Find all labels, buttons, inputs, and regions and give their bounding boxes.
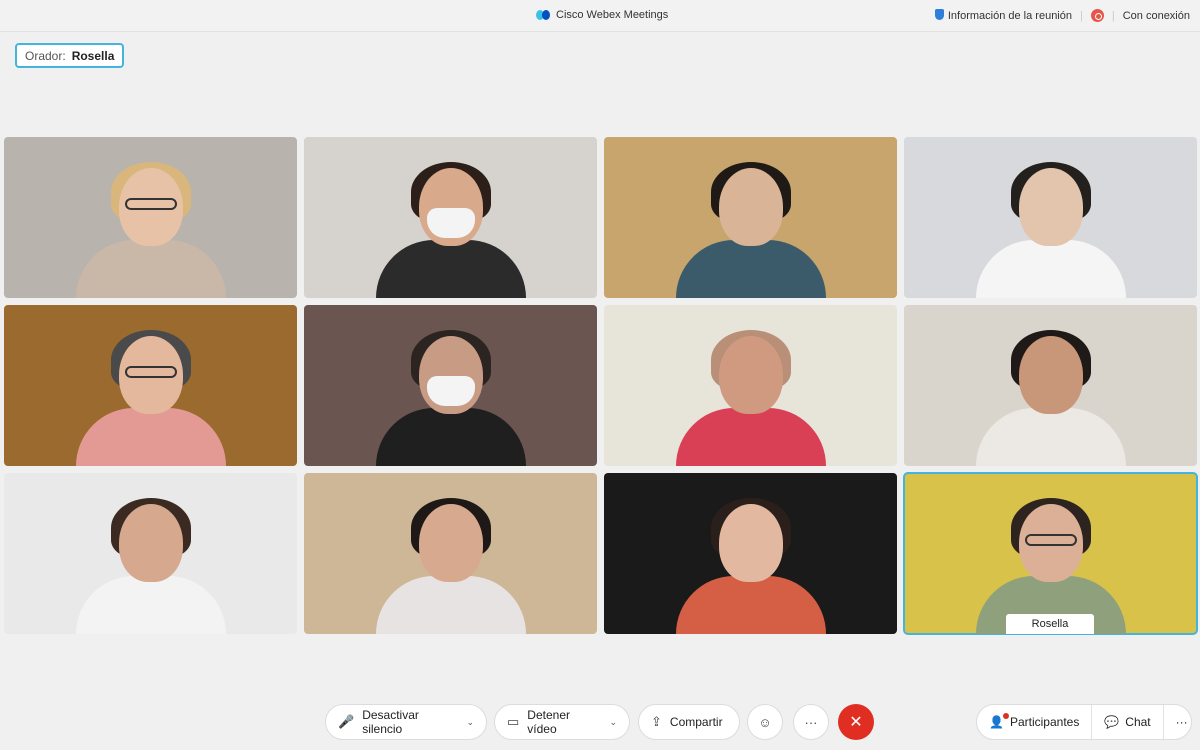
title-bar: Cisco Webex Meetings Información de la r… [0,0,1200,32]
participants-button[interactable]: 👤 Participantes [977,705,1093,739]
notification-dot [1003,713,1009,719]
camera-icon: ▭ [507,714,520,729]
participant-figure [75,330,226,466]
record-icon[interactable] [1090,9,1104,22]
participant-figure [975,330,1126,466]
active-speaker-indicator: Orador: Rosella [15,43,125,68]
participant-figure [975,162,1126,298]
speaker-label: Orador: [25,48,66,63]
panel-buttons: 👤 Participantes 💬 Chat ··· [976,704,1192,740]
webex-logo-icon [536,10,550,20]
leave-meeting-button[interactable]: ✕ [838,704,874,740]
meeting-info-link[interactable]: Información de la reunión [934,9,1072,22]
participant-figure [675,330,826,466]
share-icon: ⇪ [651,714,662,729]
video-grid: Rosella [4,137,1198,635]
app-title-text: Cisco Webex Meetings [556,9,669,21]
chat-bubble-icon: 💬 [1104,715,1120,729]
chevron-down-icon[interactable]: ⌄ [609,717,617,728]
participants-label: Participantes [1009,715,1080,729]
participant-figure [375,498,526,634]
participant-figure [375,330,526,466]
more-icon: ··· [1175,715,1188,729]
participant-figure [375,162,526,298]
app-title: Cisco Webex Meetings [536,9,668,21]
video-label: Detener vídeo [527,708,570,736]
participant-figure [675,162,826,298]
more-options-button[interactable]: ··· [793,704,829,740]
participant-video-tile[interactable] [4,305,297,466]
title-right: Información de la reunión | | Con conexi… [934,9,1190,22]
close-icon: ✕ [849,714,863,731]
microphone-muted-icon: 🎤 [338,714,355,729]
participant-figure [75,162,226,298]
participant-video-tile[interactable] [604,305,897,466]
connection-status[interactable]: Con conexión [1123,10,1190,22]
participant-video-tile[interactable]: Rosella [903,472,1198,635]
speaker-name: Rosella [71,48,115,63]
participant-figure [75,498,226,634]
participant-video-tile[interactable] [604,473,897,634]
video-button[interactable]: ▭ Detener vídeo ⌄ [494,704,630,740]
separator: | [1080,9,1083,22]
panel-more-button[interactable]: ··· [1164,705,1200,739]
chevron-down-icon[interactable]: ⌄ [466,717,474,728]
mute-label: Desactivar silencio [362,708,419,736]
participant-video-tile[interactable] [304,305,597,466]
participant-video-tile[interactable] [304,473,597,634]
participant-name-tag: Rosella [1006,614,1094,634]
reactions-button[interactable]: ☺ [747,704,783,740]
meeting-info-label: Información de la reunión [947,10,1072,22]
more-icon: ··· [804,714,818,730]
chat-label: Chat [1125,715,1151,729]
smiley-icon: ☺ [758,714,772,730]
mute-button[interactable]: 🎤 Desactivar silencio ⌄ [325,704,487,740]
share-label: Compartir [669,715,723,729]
participant-video-tile[interactable] [4,137,297,298]
participant-video-tile[interactable] [304,137,597,298]
separator: | [1111,9,1115,22]
person-icon: 👤 [989,715,1004,729]
share-button[interactable]: ⇪ Compartir [638,704,740,740]
participant-video-tile[interactable] [904,305,1197,466]
participant-video-tile[interactable] [4,473,297,634]
chat-button[interactable]: 💬 Chat [1092,705,1164,739]
participant-video-tile[interactable] [904,137,1197,298]
shield-icon [934,9,944,20]
participant-figure [675,498,826,634]
participant-video-tile[interactable] [604,137,897,298]
meeting-toolbar: 🎤 Desactivar silencio ⌄ ▭ Detener vídeo … [0,700,1200,744]
